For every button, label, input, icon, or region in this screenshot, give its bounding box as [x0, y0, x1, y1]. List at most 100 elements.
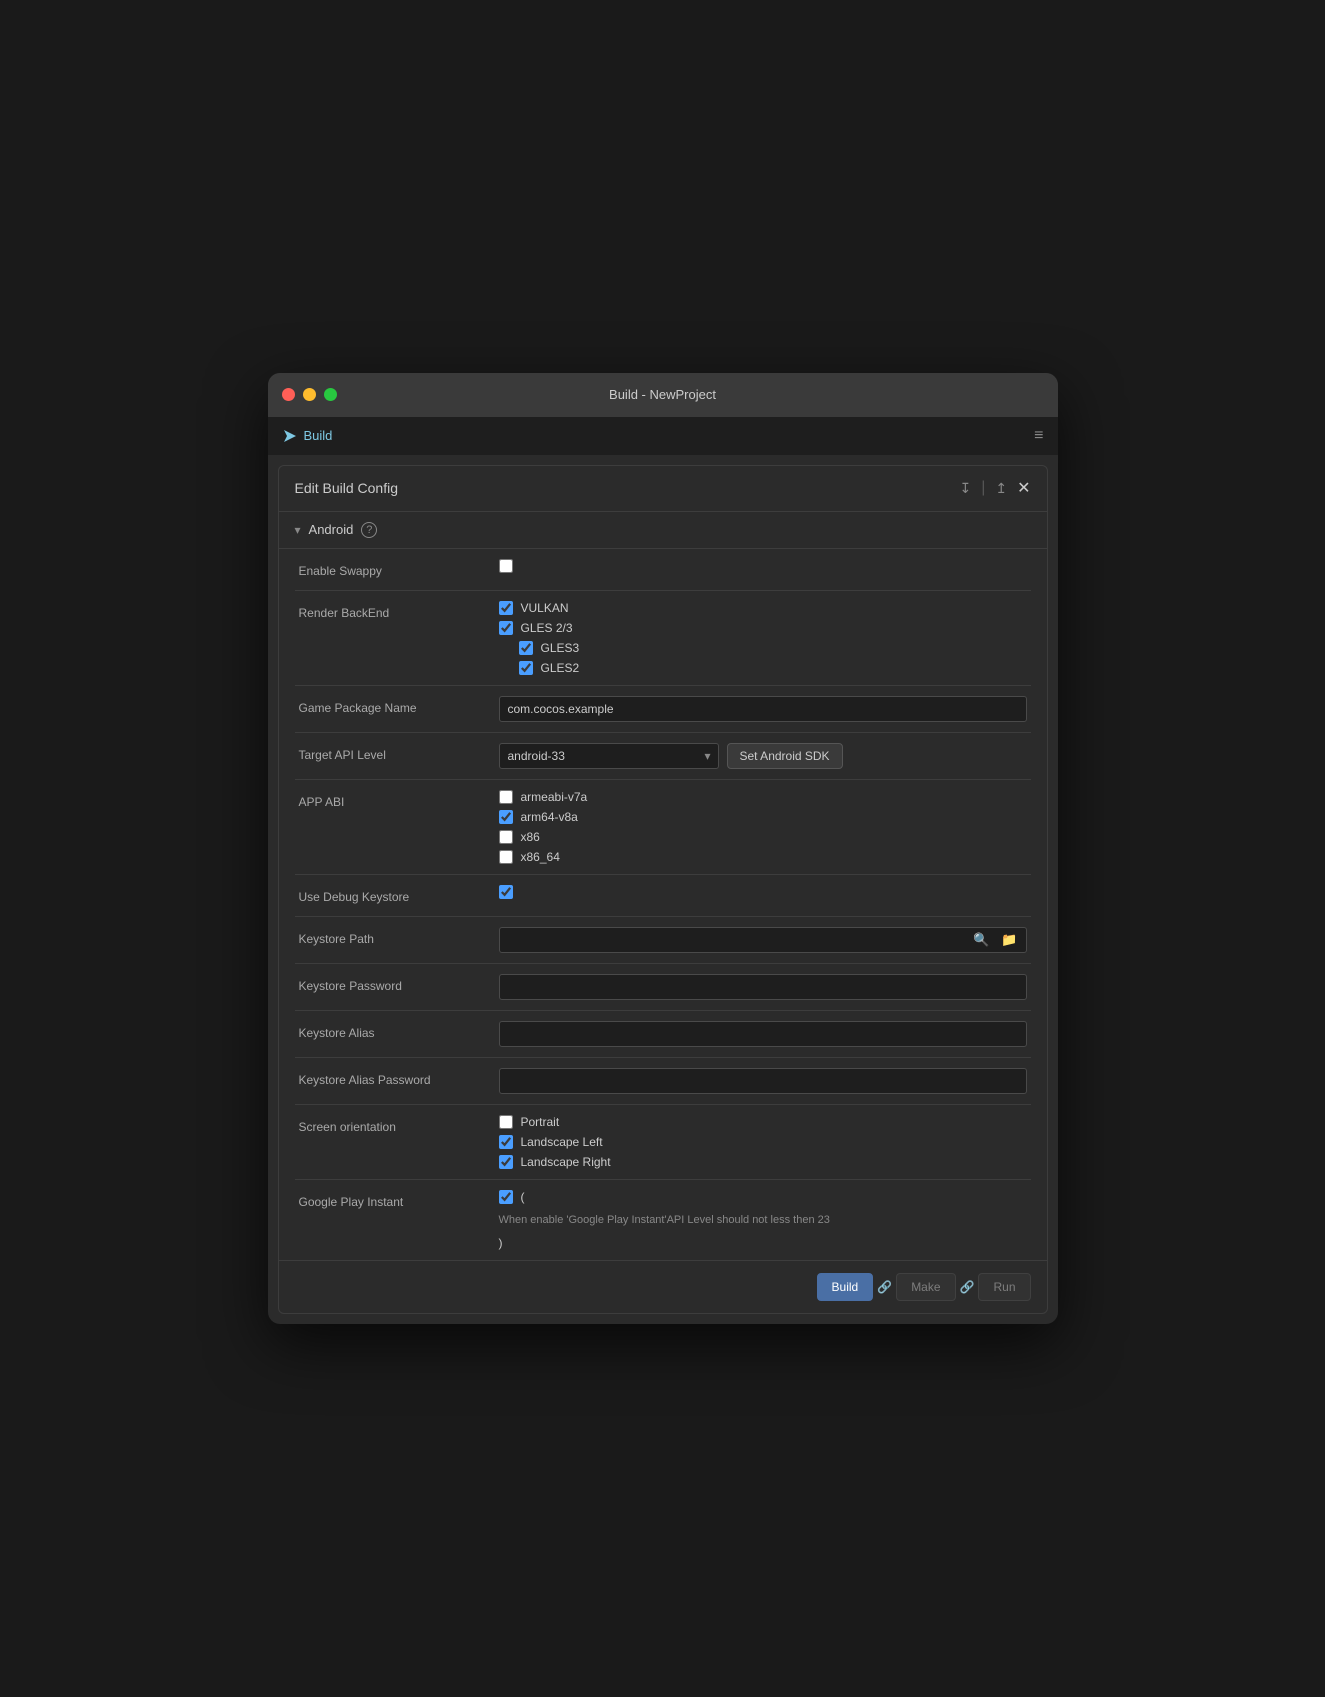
game-package-name-input[interactable]	[499, 696, 1027, 722]
gles-sub-group: GLES3 GLES2	[499, 641, 1027, 675]
menubar: Build ≡	[268, 417, 1058, 455]
gles3-label[interactable]: GLES3	[541, 641, 580, 655]
keystore-alias-password-label: Keystore Alias Password	[299, 1068, 499, 1089]
x86-checkbox[interactable]	[499, 830, 513, 844]
keystore-path-control: 🔍 📁	[499, 927, 1027, 953]
close-panel-button[interactable]: ✕	[1017, 478, 1030, 498]
gles3-row: GLES3	[519, 641, 1027, 655]
google-play-instant-row: Google Play Instant ( When enable 'Googl…	[279, 1180, 1047, 1261]
armeabi-v7a-row: armeabi-v7a	[499, 790, 1027, 804]
keystore-password-row: Keystore Password	[279, 964, 1047, 1010]
google-play-instant-info-text: When enable 'Google Play Instant'API Lev…	[499, 1210, 1027, 1231]
app-abi-row: APP ABI armeabi-v7a arm64-v8a x86	[279, 780, 1047, 874]
help-icon[interactable]: ?	[361, 522, 377, 538]
landscape-left-label[interactable]: Landscape Left	[521, 1135, 603, 1149]
export-config-button[interactable]: ↥	[993, 478, 1009, 499]
landscape-left-checkbox[interactable]	[499, 1135, 513, 1149]
game-package-name-control	[499, 696, 1027, 722]
main-window: Build - NewProject Build ≡ Edit Build Co…	[268, 373, 1058, 1324]
arm64-v8a-checkbox[interactable]	[499, 810, 513, 824]
enable-swappy-label: Enable Swappy	[299, 559, 499, 580]
google-play-instant-paren-open: (	[521, 1190, 525, 1204]
landscape-left-row: Landscape Left	[499, 1135, 1027, 1149]
arm64-v8a-label[interactable]: arm64-v8a	[521, 810, 578, 824]
window-controls	[282, 388, 337, 401]
keystore-path-search-button[interactable]: 🔍	[969, 930, 993, 950]
form-content: Enable Swappy Render BackEnd VULKAN GLES	[279, 549, 1047, 1260]
build-nav-icon	[282, 428, 298, 444]
use-debug-keystore-label: Use Debug Keystore	[299, 885, 499, 906]
portrait-checkbox[interactable]	[499, 1115, 513, 1129]
hamburger-menu-icon[interactable]: ≡	[1034, 427, 1043, 445]
vulkan-checkbox[interactable]	[499, 601, 513, 615]
gles23-label[interactable]: GLES 2/3	[521, 621, 573, 635]
google-play-instant-checkbox[interactable]	[499, 1190, 513, 1204]
keystore-path-input[interactable]	[500, 928, 966, 952]
landscape-right-checkbox[interactable]	[499, 1155, 513, 1169]
keystore-alias-input[interactable]	[499, 1021, 1027, 1047]
make-chain-icon: 🔗	[960, 1280, 975, 1294]
keystore-alias-control	[499, 1021, 1027, 1047]
x86-64-label[interactable]: x86_64	[521, 850, 560, 864]
maximize-button[interactable]	[324, 388, 337, 401]
armeabi-v7a-checkbox[interactable]	[499, 790, 513, 804]
minimize-button[interactable]	[303, 388, 316, 401]
use-debug-keystore-row: Use Debug Keystore	[279, 875, 1047, 916]
api-level-select-wrapper: android-33 android-32 android-31 android…	[499, 743, 719, 769]
keystore-alias-password-row: Keystore Alias Password	[279, 1058, 1047, 1104]
landscape-right-label[interactable]: Landscape Right	[521, 1155, 611, 1169]
target-api-level-label: Target API Level	[299, 743, 499, 764]
make-button[interactable]: Make	[896, 1273, 955, 1301]
gles3-checkbox[interactable]	[519, 641, 533, 655]
x86-64-checkbox[interactable]	[499, 850, 513, 864]
google-play-instant-paren-close: )	[499, 1236, 1027, 1250]
keystore-password-control	[499, 974, 1027, 1000]
section-title: Android	[309, 522, 354, 537]
set-android-sdk-button[interactable]: Set Android SDK	[727, 743, 843, 769]
google-play-instant-control: ( When enable 'Google Play Instant'API L…	[499, 1190, 1027, 1251]
app-abi-label: APP ABI	[299, 790, 499, 811]
gles23-checkbox[interactable]	[499, 621, 513, 635]
menubar-build-label[interactable]: Build	[304, 428, 333, 443]
use-debug-keystore-checkbox[interactable]	[499, 885, 513, 899]
keystore-path-input-wrapper: 🔍 📁	[499, 927, 1027, 953]
panel-header: Edit Build Config ↧ | ↥ ✕	[279, 466, 1047, 512]
landscape-right-row: Landscape Right	[499, 1155, 1027, 1169]
render-backend-control: VULKAN GLES 2/3 GLES3 GLES2	[499, 601, 1027, 675]
screen-orientation-row: Screen orientation Portrait Landscape Le…	[279, 1105, 1047, 1179]
header-separator: |	[981, 479, 985, 497]
use-debug-keystore-control	[499, 885, 1027, 899]
screen-orientation-label: Screen orientation	[299, 1115, 499, 1136]
panel-header-actions: ↧ | ↥ ✕	[957, 478, 1030, 499]
portrait-label[interactable]: Portrait	[521, 1115, 560, 1129]
screen-orientation-control: Portrait Landscape Left Landscape Right	[499, 1115, 1027, 1169]
armeabi-v7a-label[interactable]: armeabi-v7a	[521, 790, 588, 804]
game-package-name-row: Game Package Name	[279, 686, 1047, 732]
arm64-v8a-row: arm64-v8a	[499, 810, 1027, 824]
build-button[interactable]: Build	[817, 1273, 874, 1301]
keystore-alias-label: Keystore Alias	[299, 1021, 499, 1042]
keystore-path-browse-button[interactable]: 📁	[997, 930, 1021, 950]
section-toggle-icon[interactable]: ▾	[295, 523, 301, 537]
google-play-instant-checkbox-row: (	[499, 1190, 1027, 1204]
titlebar: Build - NewProject	[268, 373, 1058, 417]
target-api-level-select[interactable]: android-33 android-32 android-31 android…	[499, 743, 719, 769]
x86-label[interactable]: x86	[521, 830, 540, 844]
run-button[interactable]: Run	[978, 1273, 1030, 1301]
target-api-level-select-row: android-33 android-32 android-31 android…	[499, 743, 1027, 769]
enable-swappy-row: Enable Swappy	[279, 549, 1047, 590]
import-config-button[interactable]: ↧	[957, 478, 973, 499]
gles2-label[interactable]: GLES2	[541, 661, 580, 675]
enable-swappy-checkbox[interactable]	[499, 559, 513, 573]
keystore-alias-password-input[interactable]	[499, 1068, 1027, 1094]
portrait-row: Portrait	[499, 1115, 1027, 1129]
window-title: Build - NewProject	[609, 387, 716, 402]
keystore-path-actions: 🔍 📁	[965, 930, 1025, 950]
build-chain-icon: 🔗	[877, 1280, 892, 1294]
google-play-instant-label: Google Play Instant	[299, 1190, 499, 1211]
vulkan-label[interactable]: VULKAN	[521, 601, 569, 615]
keystore-password-input[interactable]	[499, 974, 1027, 1000]
gles2-checkbox[interactable]	[519, 661, 533, 675]
panel-title: Edit Build Config	[295, 480, 399, 496]
close-button[interactable]	[282, 388, 295, 401]
